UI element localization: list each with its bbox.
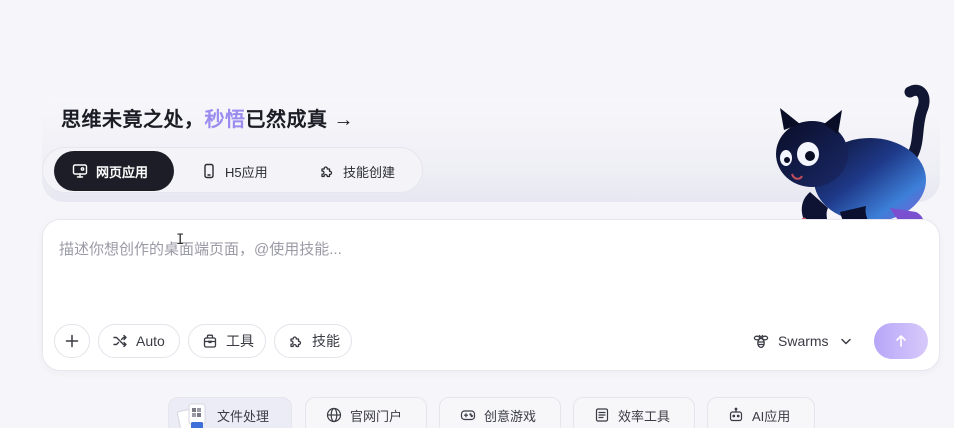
category-game-label: 创意游戏 [484,408,537,424]
text-cursor-icon: I [176,232,185,248]
shuffle-icon [112,333,128,349]
tab-web-app-label: 网页应用 [96,164,149,180]
add-attachment-button[interactable] [54,324,90,358]
model-label: Swarms [778,333,829,349]
send-button[interactable] [874,323,928,359]
bee-icon [752,332,770,350]
document-icon [594,407,610,423]
skills-label: 技能 [312,333,340,349]
category-file-label: 文件处理 [217,408,270,424]
tools-button[interactable]: 工具 [188,324,266,358]
tools-label: 工具 [226,333,254,349]
category-efficiency-tools[interactable]: 效率工具 [573,397,695,428]
mobile-icon [201,163,217,179]
category-portal-label: 官网门户 [350,408,403,424]
robot-icon [728,407,744,423]
puzzle-icon [319,163,335,179]
file-thumbnail [176,403,206,428]
tab-skill-create-label: 技能创建 [343,164,396,180]
globe-icon [326,407,342,423]
toolbox-icon [202,333,218,349]
category-efficiency-label: 效率工具 [618,408,671,424]
plus-icon [65,334,79,348]
chevron-down-icon [839,334,853,348]
category-ai-app[interactable]: AI应用 [707,397,815,428]
category-creative-game[interactable]: 创意游戏 [439,397,561,428]
puzzle-icon [288,333,304,349]
slogan-accent: 秒悟 [204,109,246,131]
page-slogan: 思维未竟之处，秒悟已然成真 → [61,106,354,134]
category-portal[interactable]: 官网门户 [305,397,427,428]
skills-button[interactable]: 技能 [274,324,352,358]
tab-web-app[interactable]: 网页应用 [54,151,174,191]
prompt-input[interactable]: 描述你想创作的桌面端页面，@使用技能... [59,238,699,262]
auto-mode-button[interactable]: Auto [98,324,180,358]
tab-h5-app-label: H5应用 [225,164,268,180]
model-selector[interactable]: Swarms [752,328,853,354]
arrow-up-icon [894,334,908,348]
auto-mode-label: Auto [136,333,165,349]
monitor-icon [72,163,88,179]
slogan-prefix: 思维未竟之处， [61,109,205,131]
tab-h5-app[interactable]: H5应用 [189,151,289,191]
category-ai-label: AI应用 [752,408,791,424]
category-file-processing[interactable]: 文件处理 [168,397,292,428]
gamepad-icon [460,407,476,423]
mode-tabs: 网页应用 H5应用 技能创建 [42,147,423,193]
slogan-suffix: 已然成真 → [245,109,355,131]
tab-skill-create[interactable]: 技能创建 [307,151,417,191]
